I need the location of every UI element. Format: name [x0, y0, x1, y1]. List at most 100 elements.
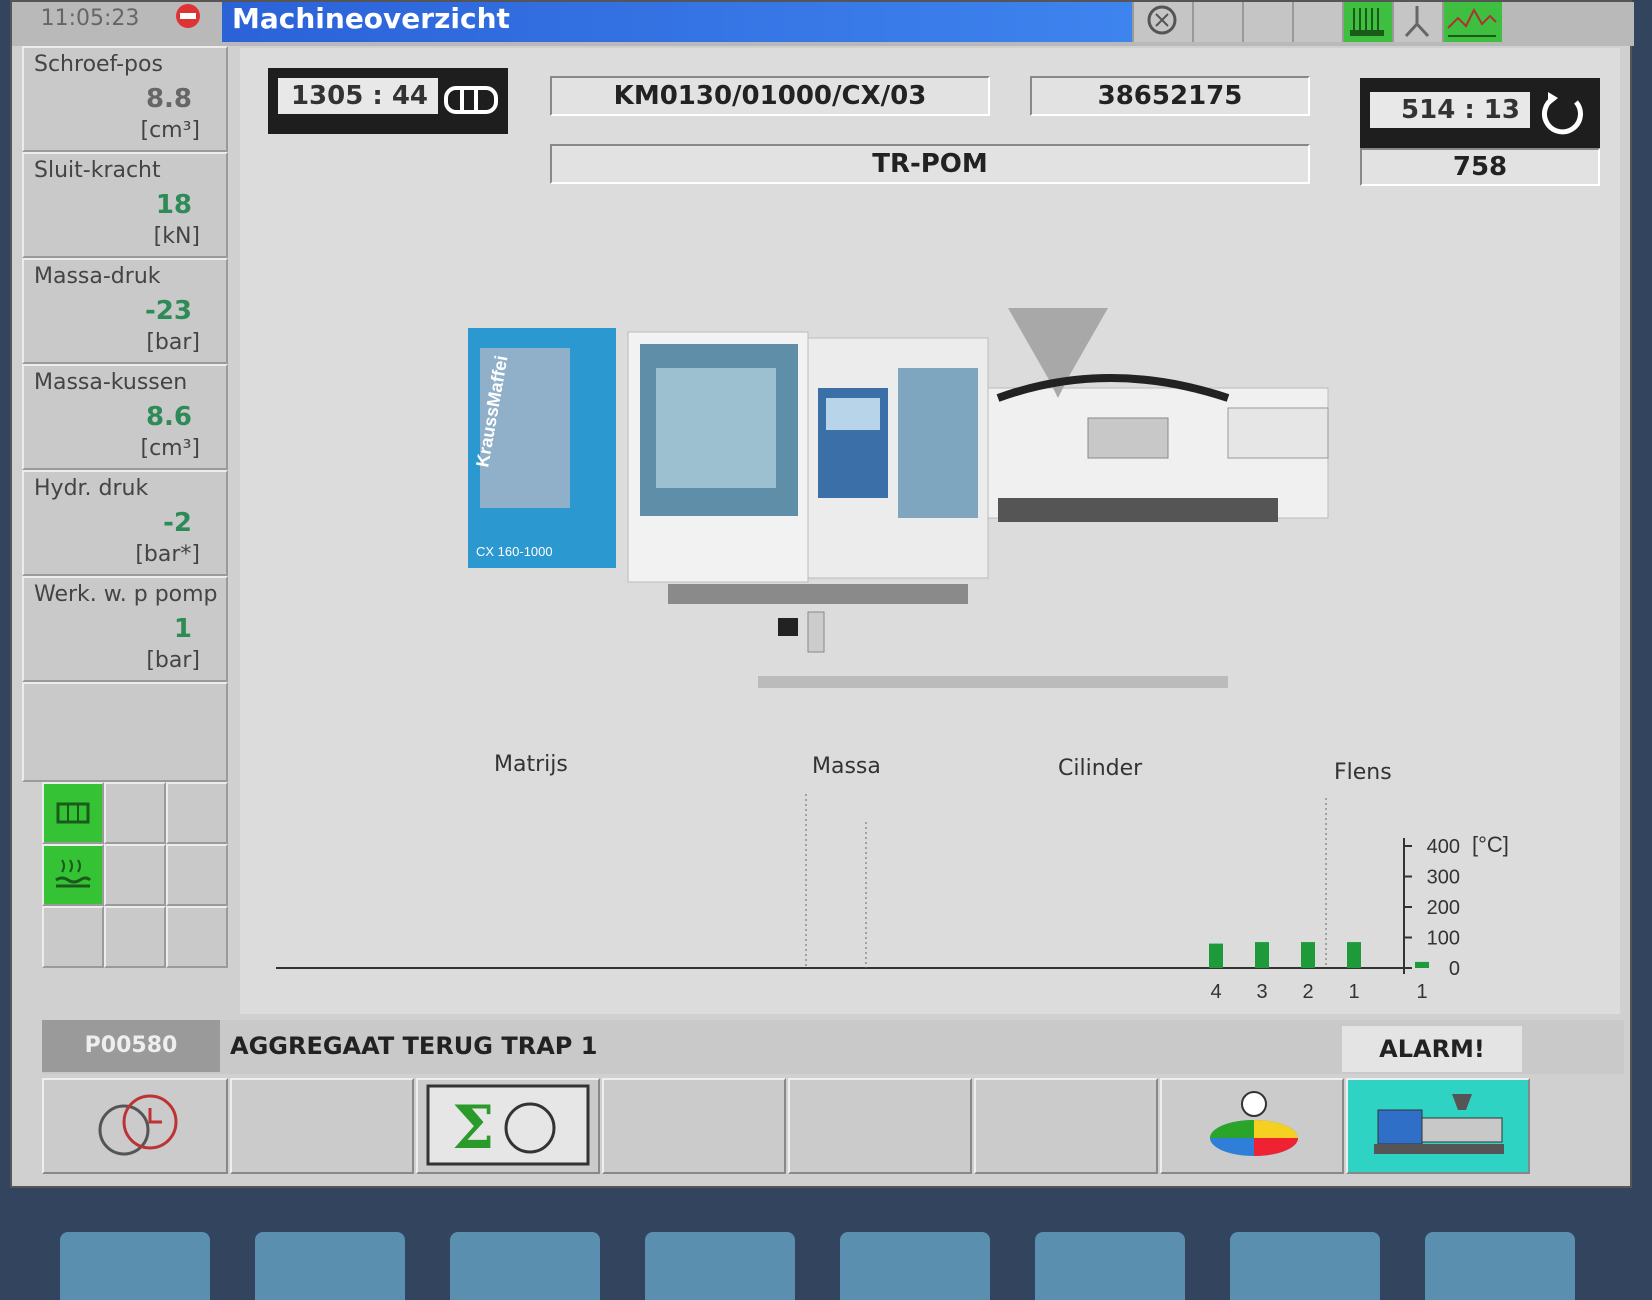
param-pump-pressure[interactable]: Werk. w. p pomp 1 [bar]: [22, 576, 228, 682]
y-tick-label: 0: [1449, 958, 1460, 980]
param-label: Werk. w. p pomp: [34, 582, 218, 607]
temperature-bar: [1301, 942, 1315, 968]
network-icon[interactable]: [1132, 2, 1192, 42]
y-tick-label: 200: [1427, 897, 1460, 919]
time-counter: 514 : 13: [1360, 78, 1600, 150]
hardware-key-6[interactable]: [1035, 1232, 1185, 1300]
param-label: Schroef-pos: [34, 52, 163, 77]
bottom-toolbar: Σ: [42, 1078, 1624, 1176]
toolbar-empty-button[interactable]: [788, 1078, 972, 1174]
clock: 11:05:23: [40, 6, 140, 31]
zone-label: 1: [1416, 981, 1427, 1003]
hardware-key-3[interactable]: [450, 1232, 600, 1300]
machine-overview: 1305 : 44 KM0130/01000/CX/03 38652175 TR…: [240, 48, 1620, 1014]
param-melt-pressure[interactable]: Massa-druk -23 [bar]: [22, 258, 228, 364]
heater-icon[interactable]: [42, 844, 104, 906]
grid-button[interactable]: [104, 782, 166, 844]
hardware-key-5[interactable]: [840, 1232, 990, 1300]
machine-model: CX 160-1000: [476, 544, 553, 559]
zone-label: 4: [1210, 981, 1221, 1003]
param-unit: [bar]: [146, 648, 200, 673]
zone-label: 1: [1348, 981, 1359, 1003]
page-title: Machineoverzicht: [222, 2, 1192, 42]
hardware-key-7[interactable]: [1230, 1232, 1380, 1300]
hardware-key-4[interactable]: [645, 1232, 795, 1300]
temperature-chart: 4 3 2 1 1 400 300 200 100 0 [°C]: [276, 794, 1509, 1003]
pie-chart-clock-icon: [1210, 1091, 1298, 1156]
temperature-bar: [1415, 961, 1429, 968]
toolbar-empty-1[interactable]: [1192, 2, 1242, 42]
heating-icon[interactable]: [1342, 2, 1392, 42]
production-chart-button[interactable]: [1160, 1078, 1344, 1174]
param-value: 8.8: [145, 84, 192, 114]
alarm-button[interactable]: ALARM!: [1342, 1026, 1522, 1072]
axis-unit: [°C]: [1472, 832, 1509, 857]
grid-button[interactable]: [104, 906, 166, 968]
toolbar-empty-2[interactable]: [1242, 2, 1292, 42]
grid-button[interactable]: [42, 906, 104, 968]
param-value: -2: [163, 508, 192, 538]
order-code: KM0130/01000/CX/03: [550, 76, 990, 116]
injection-unit-icon: [444, 86, 498, 114]
grid-button[interactable]: [166, 906, 228, 968]
param-screw-position[interactable]: Schroef-pos 8.8 [cm³]: [22, 46, 228, 152]
grid-button[interactable]: [166, 844, 228, 906]
param-label: Hydr. druk: [34, 476, 149, 501]
param-unit: [bar*]: [135, 542, 200, 567]
ejector-icon[interactable]: [1392, 2, 1442, 42]
temperature-bar: [1209, 943, 1223, 968]
toolbar-empty-button[interactable]: [230, 1078, 414, 1174]
param-value: 1: [173, 614, 192, 644]
temperature-bar: [1255, 942, 1269, 968]
title-bar: 11:05:23 Machineoverzicht: [12, 2, 1634, 46]
status-message: AGGREGAAT TERUG TRAP 1: [230, 1032, 598, 1060]
temperature-bar: [1347, 942, 1361, 968]
grid-button[interactable]: [104, 844, 166, 906]
curve-icon[interactable]: [1442, 2, 1502, 42]
hardware-key-2[interactable]: [255, 1232, 405, 1300]
zone-label: 2: [1302, 981, 1313, 1003]
stop-icon[interactable]: [172, 4, 204, 34]
machine-overview-button[interactable]: [1346, 1078, 1530, 1174]
hardware-key-1[interactable]: [60, 1232, 210, 1300]
param-melt-cushion[interactable]: Massa-kussen 8.6 [cm³]: [22, 364, 228, 470]
param-unit: [cm³]: [140, 118, 200, 143]
y-tick-label: 300: [1427, 867, 1460, 889]
param-clamp-force[interactable]: Sluit-kracht 18 [kN]: [22, 152, 228, 258]
toolbar-empty-button[interactable]: [974, 1078, 1158, 1174]
time-counter-value: 514 : 13: [1370, 92, 1530, 128]
param-label: Massa-druk: [34, 264, 161, 289]
toolbar-empty-3[interactable]: [1292, 2, 1342, 42]
param-unit: [cm³]: [140, 436, 200, 461]
status-bar: P00580 AGGREGAAT TERUG TRAP 1 ALARM!: [42, 1020, 1624, 1074]
param-hydraulic-pressure[interactable]: Hydr. druk -2 [bar*]: [22, 470, 228, 576]
grid-button[interactable]: [166, 782, 228, 844]
sigma-statistics-icon: Σ: [426, 1084, 590, 1166]
hardware-key-8[interactable]: [1425, 1232, 1575, 1300]
param-value: 18: [155, 190, 192, 220]
y-tick-label: 400: [1427, 836, 1460, 858]
cycle-counter-value: 1305 : 44: [278, 78, 438, 114]
param-value: -23: [145, 296, 192, 326]
message-code: P00580: [42, 1020, 220, 1072]
y-tick-label: 100: [1427, 928, 1460, 950]
zone-label: 3: [1256, 981, 1267, 1003]
param-label: Massa-kussen: [34, 370, 188, 395]
refresh-icon: [1542, 92, 1583, 135]
param-empty: [22, 682, 228, 782]
param-value: 8.6: [145, 402, 192, 432]
toolbar-empty-button[interactable]: [602, 1078, 786, 1174]
param-label: Sluit-kracht: [34, 158, 161, 183]
injection-unit-icon[interactable]: [42, 782, 104, 844]
order-number: 38652175: [1030, 76, 1310, 116]
timer-clock-icon: [98, 1094, 178, 1156]
part-count: 758: [1360, 148, 1600, 186]
material-name: TR-POM: [550, 144, 1310, 184]
injection-molding-machine-image: KraussMaffei CX 160-1000: [456, 288, 1368, 708]
statistics-button[interactable]: Σ: [416, 1078, 600, 1174]
machine-overview-icon: [1374, 1094, 1504, 1154]
hmi-screen: 11:05:23 Machineoverzicht Schroef-pos 8.…: [10, 0, 1634, 1188]
param-unit: [bar]: [146, 330, 200, 355]
param-unit: [kN]: [153, 224, 200, 249]
cycle-timer-button[interactable]: [42, 1078, 228, 1174]
